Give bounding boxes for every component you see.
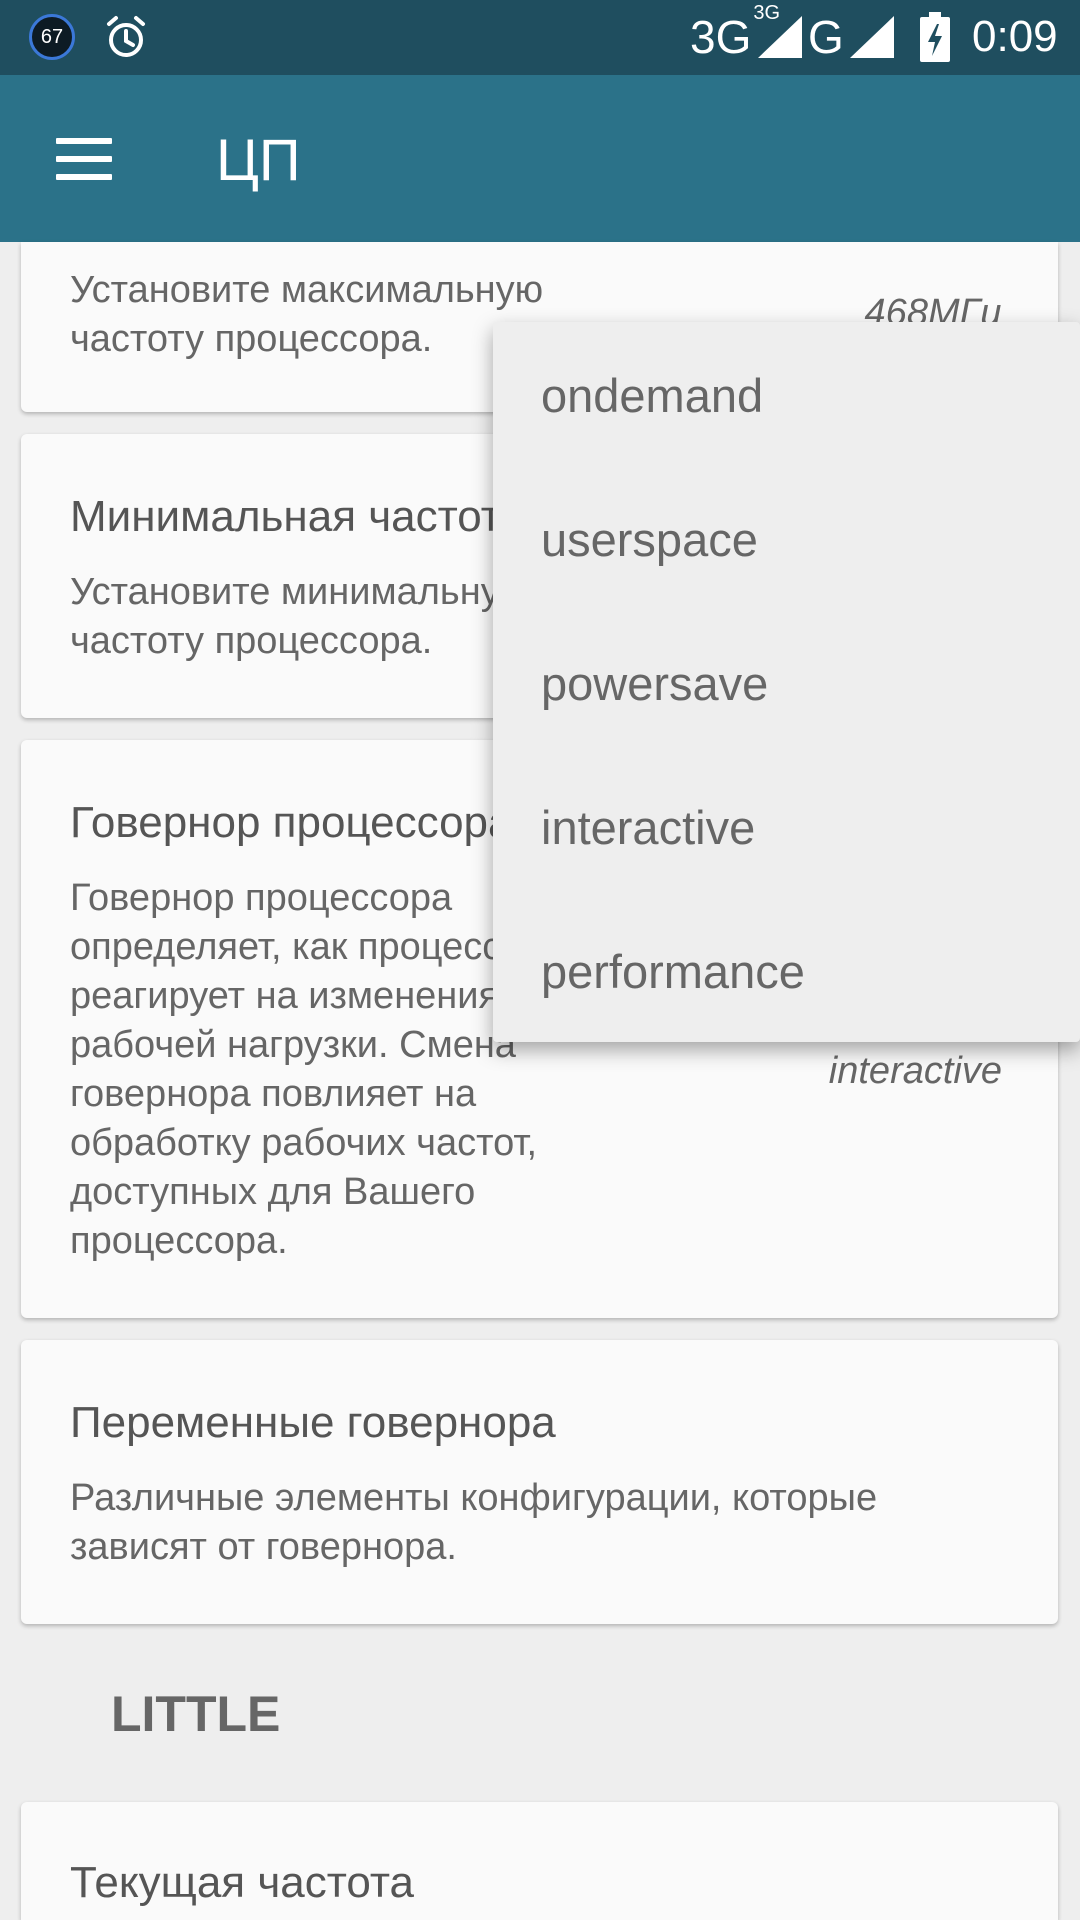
governor-dropdown-menu: ondemand userspace powersave interactive…: [493, 322, 1080, 1042]
section-header: LITTLE: [111, 1686, 281, 1742]
signal-icon: [758, 16, 802, 58]
card-title: Переменные говернора: [70, 1398, 556, 1447]
hamburger-menu-icon[interactable]: [56, 138, 112, 180]
card-title: Минимальная частота: [70, 492, 525, 541]
menu-item-powersave[interactable]: powersave: [541, 656, 768, 711]
alarm-icon: [107, 16, 145, 57]
battery-charging-icon: [920, 12, 950, 62]
card-description: Различные элементы конфигурации, которые…: [70, 1477, 878, 1568]
current-frequency-card[interactable]: Текущая частота: [21, 1802, 1058, 1920]
signal-icon: [850, 16, 894, 58]
clock-time: 0:09: [972, 12, 1058, 61]
menu-item-userspace[interactable]: userspace: [541, 512, 758, 567]
card-title: Текущая частота: [70, 1858, 415, 1907]
governor-variables-card[interactable]: Переменные говернора Различные элементы …: [21, 1340, 1058, 1624]
notification-badge: 67: [29, 14, 75, 60]
status-bar: 67 3G 3G G 0:09: [0, 0, 1080, 75]
page-title: ЦП: [216, 128, 301, 193]
app-bar: ЦП: [0, 75, 1080, 242]
menu-item-performance[interactable]: performance: [541, 944, 805, 999]
card-title: Говернор процессора: [70, 798, 513, 847]
card-value: interactive: [828, 1050, 1002, 1092]
network-g-label: G: [808, 11, 844, 63]
menu-item-interactive[interactable]: interactive: [541, 800, 755, 855]
menu-item-ondemand[interactable]: ondemand: [541, 368, 763, 423]
